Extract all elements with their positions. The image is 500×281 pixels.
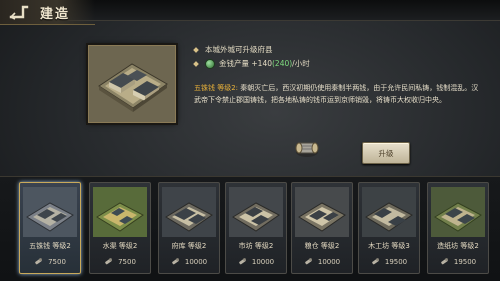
wood-resource-icon — [105, 258, 112, 265]
back-button[interactable] — [8, 3, 30, 21]
building-card[interactable]: 市坊 等级2 10000 — [225, 182, 287, 274]
building-thumbnail — [295, 187, 349, 237]
building-cost-value: 10000 — [251, 257, 275, 266]
building-card[interactable]: 木工坊 等级3 19500 — [358, 182, 420, 274]
building-cost: 10000 — [159, 257, 219, 266]
building-card-label: 五铢钱 等级2 — [29, 242, 71, 250]
wood-resource-icon — [239, 258, 246, 265]
building-card-label: 木工坊 等级3 — [368, 242, 410, 250]
building-thumbnail — [362, 187, 416, 237]
building-cost: 10000 — [292, 257, 352, 266]
wood-resource-icon — [35, 258, 42, 265]
mint-building-illustration — [89, 46, 175, 122]
building-thumbnail — [431, 187, 485, 237]
building-card[interactable]: 五铢钱 等级2 7500 — [19, 182, 81, 274]
building-card-label: 市坊 等级2 — [238, 242, 274, 250]
header: 建造 — [0, 0, 95, 25]
building-preview — [88, 45, 176, 123]
building-thumbnail — [229, 187, 283, 237]
building-cost-value: 19500 — [384, 257, 408, 266]
bullet-icon — [193, 46, 199, 53]
building-cost-value: 7500 — [118, 257, 136, 266]
building-card-label: 府库 等级2 — [171, 242, 207, 250]
page-title: 建造 — [40, 6, 71, 22]
upgrade-hint-text: 本城外城可升级府县 — [205, 45, 273, 54]
wood-resource-icon — [305, 258, 312, 265]
production-bonus: (240) — [272, 59, 293, 68]
production-unit: /小时 — [292, 59, 310, 68]
wood-resource-icon — [372, 258, 379, 265]
building-cost-value: 19500 — [453, 257, 477, 266]
building-cost: 19500 — [359, 257, 419, 266]
info-production: 金钱产量 +140 (240)/小时 — [193, 58, 310, 69]
building-card[interactable]: 造纸坊 等级2 19500 — [427, 182, 489, 274]
building-card[interactable]: 水渠 等级2 7500 — [89, 182, 151, 274]
building-cost: 10000 — [226, 257, 286, 266]
bullet-icon — [193, 60, 199, 67]
description-title: 五铢钱 等级2: — [194, 84, 239, 92]
building-card-label: 水渠 等级2 — [102, 242, 138, 250]
production-label: 金钱产量 + — [219, 59, 258, 68]
upgrade-button[interactable]: 升级 — [362, 142, 410, 164]
building-card-label: 粮仓 等级2 — [304, 242, 340, 250]
building-thumbnail — [162, 187, 216, 237]
building-card-label: 造纸坊 等级2 — [437, 242, 479, 250]
building-cost-value: 7500 — [48, 257, 66, 266]
building-cost-value: 10000 — [184, 257, 208, 266]
building-thumbnail — [23, 187, 77, 237]
building-cost: 7500 — [90, 257, 150, 266]
wood-resource-icon — [441, 258, 448, 265]
wood-resource-icon — [172, 258, 179, 265]
building-cost-value: 10000 — [317, 257, 341, 266]
info-upgrade-hint: 本城外城可升级府县 — [193, 44, 273, 55]
scroll-icon — [295, 142, 319, 157]
back-arrow-icon — [9, 5, 29, 20]
building-card[interactable]: 府库 等级2 10000 — [158, 182, 220, 274]
building-description: 五铢钱 等级2: 秦朝灭亡后，西汉初期仍使用秦制半两钱，由于允许民间私铸，钱制混… — [194, 82, 482, 106]
building-thumbnail — [93, 187, 147, 237]
building-cost: 7500 — [20, 257, 80, 266]
production-value: 140 — [257, 59, 272, 68]
coin-icon — [205, 58, 215, 69]
building-cost: 19500 — [428, 257, 488, 266]
building-card[interactable]: 粮仓 等级2 10000 — [291, 182, 353, 274]
